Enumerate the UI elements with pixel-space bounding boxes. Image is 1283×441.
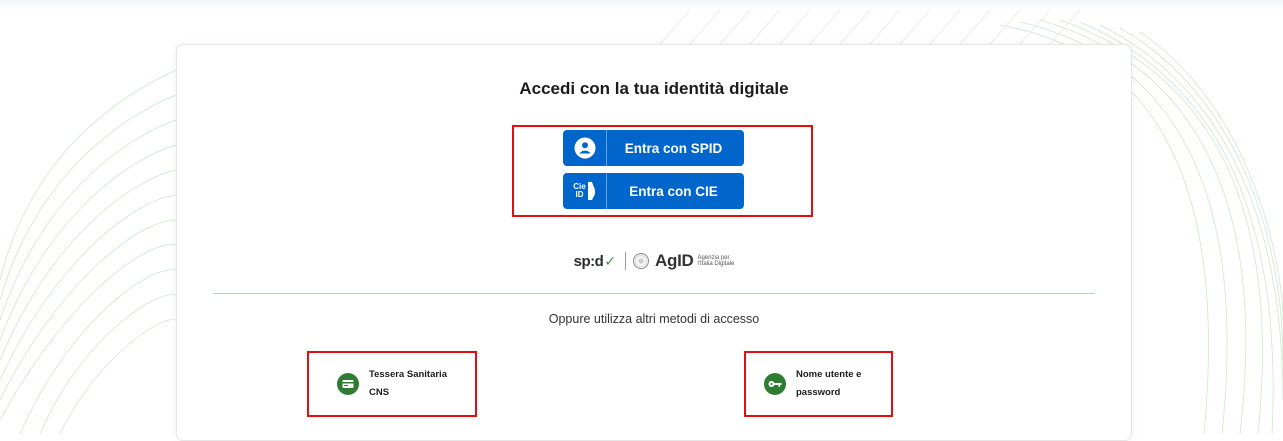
spid-agid-logos: sp:d ✓ AgID Agenzia per l'Italia Digital… <box>177 251 1131 271</box>
logo-separator <box>625 252 627 270</box>
highlight-primary-logins <box>512 125 813 217</box>
emblem-icon <box>633 253 650 269</box>
check-icon: ✓ <box>604 252 617 269</box>
agid-subtitle: Agenzia per l'Italia Digitale <box>697 255 735 267</box>
page-title: Accedi con la tua identità digitale <box>519 79 789 98</box>
highlight-password <box>744 351 893 417</box>
highlight-cns <box>307 351 477 417</box>
spid-logo: sp:d <box>573 252 604 270</box>
alt-methods-text: Oppure utilizza altri metodi di accesso <box>548 312 760 326</box>
section-divider <box>213 293 1095 294</box>
agid-logo: AgID <box>655 251 694 270</box>
